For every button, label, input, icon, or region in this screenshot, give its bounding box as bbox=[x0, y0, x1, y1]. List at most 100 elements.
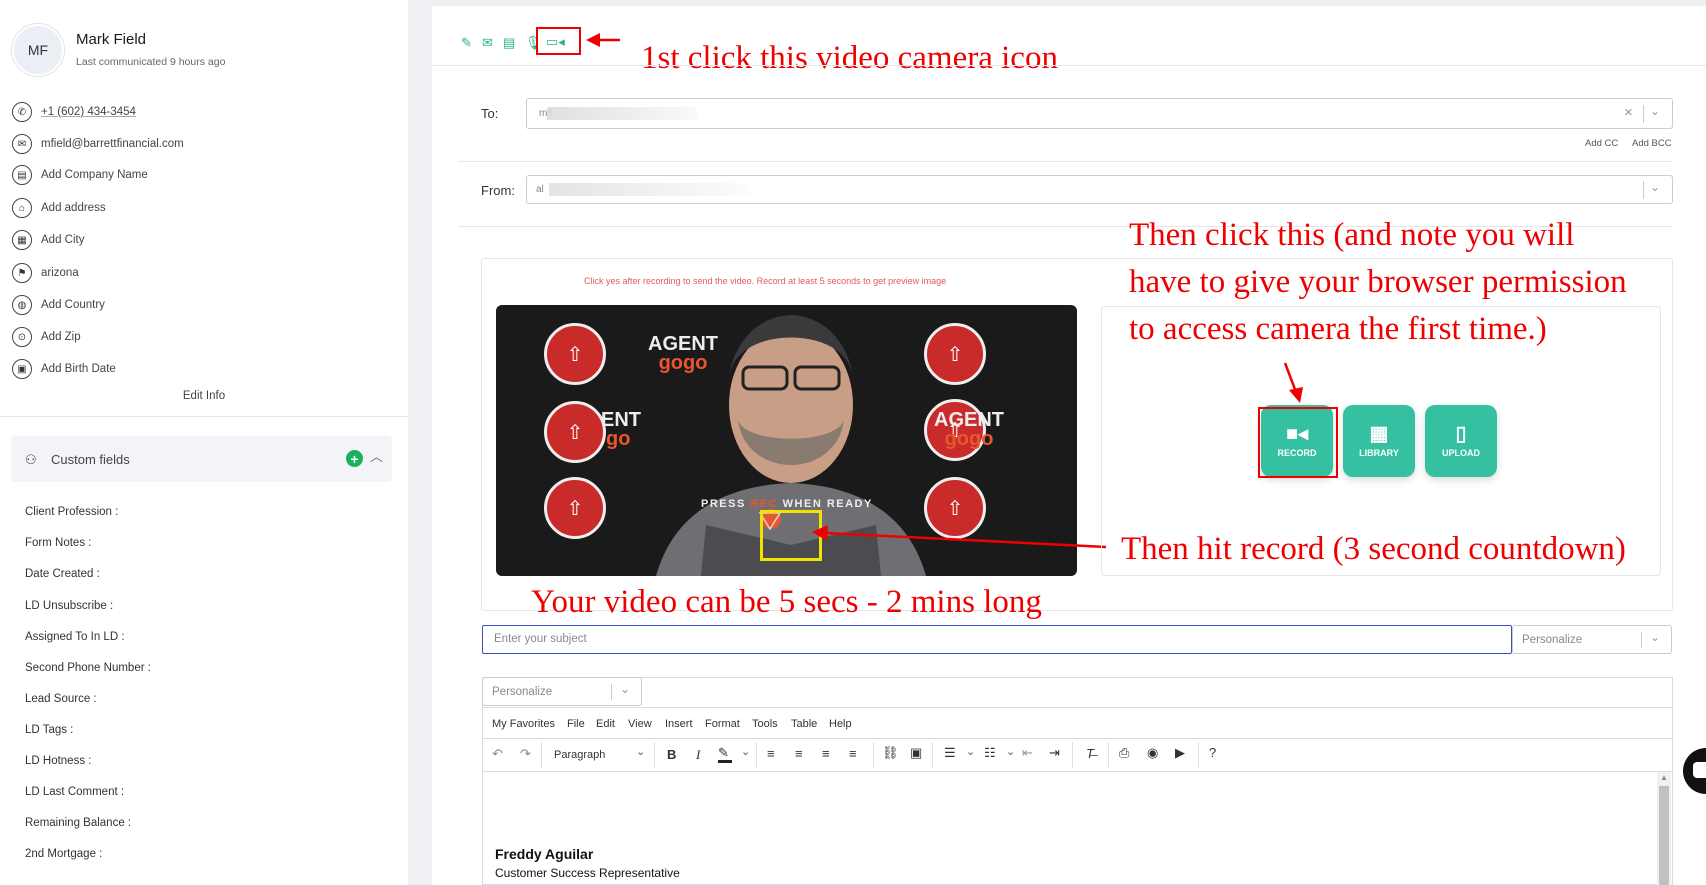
menu-help[interactable]: Help bbox=[829, 718, 852, 730]
custom-field-item: LD Last Comment : bbox=[25, 786, 125, 798]
clear-icon[interactable]: × bbox=[1624, 104, 1633, 121]
redo-icon[interactable]: ↷ bbox=[520, 746, 531, 762]
chevron-down-icon[interactable]: ⌄ bbox=[741, 745, 750, 758]
chevron-down-icon[interactable]: ⌄ bbox=[636, 745, 645, 758]
custom-field-item: 2nd Mortgage : bbox=[25, 848, 103, 860]
personalize-body-select[interactable]: Personalize ⌄ bbox=[482, 677, 642, 706]
file-upload-icon: ▯ bbox=[1455, 423, 1467, 445]
print-icon[interactable]: ⎙ bbox=[1119, 745, 1129, 761]
align-center-icon[interactable]: ≡ bbox=[795, 746, 803, 761]
scroll-up-icon[interactable]: ▲ bbox=[1660, 773, 1668, 782]
align-left-icon[interactable]: ≡ bbox=[767, 746, 775, 761]
state-text[interactable]: arizona bbox=[41, 267, 79, 279]
divider bbox=[1641, 632, 1642, 648]
mail-icon[interactable]: ✉ bbox=[482, 35, 493, 51]
contact-panel: MF Mark Field Last communicated 9 hours … bbox=[0, 0, 408, 885]
email-editor bbox=[482, 677, 1673, 885]
custom-field-item: LD Hotness : bbox=[25, 755, 92, 767]
menu-tools[interactable]: Tools bbox=[752, 718, 778, 730]
personalize-body-label: Personalize bbox=[492, 686, 553, 698]
birthdate-row[interactable]: ▣ Add Birth Date bbox=[12, 358, 116, 380]
custom-fields-header[interactable]: ⚇ Custom fields bbox=[11, 436, 392, 482]
menu-view[interactable]: View bbox=[628, 718, 652, 730]
upload-button[interactable]: ▯ UPLOAD bbox=[1425, 405, 1497, 477]
preview-icon[interactable]: ◉ bbox=[1147, 745, 1158, 761]
menu-table[interactable]: Table bbox=[791, 718, 817, 730]
media-icon[interactable]: ▶ bbox=[1175, 745, 1185, 761]
indent-icon[interactable]: ⇥ bbox=[1049, 745, 1060, 761]
country-text[interactable]: Add Country bbox=[41, 299, 105, 311]
address-text[interactable]: Add address bbox=[41, 202, 106, 214]
numbered-list-icon[interactable]: ☷ bbox=[984, 745, 996, 761]
chevron-down-icon[interactable]: ⌄ bbox=[966, 745, 975, 758]
phone-text[interactable]: +1 (602) 434-3454 bbox=[41, 106, 136, 118]
pencil-icon[interactable]: ✎ bbox=[461, 35, 472, 51]
chevron-up-icon[interactable]: ︿ bbox=[370, 446, 383, 465]
add-custom-field-button[interactable]: + bbox=[346, 450, 363, 467]
divider bbox=[1643, 181, 1644, 199]
link-icon[interactable]: ⛓ bbox=[882, 745, 899, 761]
menu-my-favorites[interactable]: My Favorites bbox=[492, 718, 555, 730]
divider bbox=[482, 738, 1673, 739]
add-cc-link[interactable]: Add CC bbox=[1585, 138, 1618, 149]
highlight-icon[interactable]: ✎ bbox=[718, 745, 729, 761]
company-row[interactable]: ▤ Add Company Name bbox=[12, 164, 148, 186]
outdent-icon[interactable]: ⇤ bbox=[1022, 745, 1033, 761]
custom-field-item: Lead Source : bbox=[25, 693, 97, 705]
clear-formatting-icon[interactable]: T̶ bbox=[1086, 746, 1094, 761]
birthdate-text[interactable]: Add Birth Date bbox=[41, 363, 116, 375]
user-icon: ⚇ bbox=[25, 452, 37, 467]
chevron-down-icon[interactable]: ⌄ bbox=[1006, 745, 1015, 758]
chevron-down-icon[interactable]: ⌄ bbox=[1650, 630, 1660, 644]
zip-row[interactable]: ⊙ Add Zip bbox=[12, 326, 81, 348]
state-row[interactable]: ⚑ arizona bbox=[12, 262, 79, 284]
divider bbox=[432, 65, 1706, 66]
address-row[interactable]: ⌂ Add address bbox=[12, 197, 106, 219]
add-bcc-link[interactable]: Add BCC bbox=[1632, 138, 1672, 149]
country-row[interactable]: ◍ Add Country bbox=[12, 294, 105, 316]
subject-input[interactable]: Enter your subject bbox=[482, 625, 1512, 654]
chevron-down-icon[interactable]: ⌄ bbox=[1650, 104, 1660, 118]
divider bbox=[1108, 742, 1109, 768]
menu-file[interactable]: File bbox=[567, 718, 585, 730]
company-text[interactable]: Add Company Name bbox=[41, 169, 148, 181]
to-input[interactable]: mfi × ⌄ bbox=[526, 98, 1673, 129]
italic-icon[interactable]: I bbox=[696, 747, 700, 763]
custom-field-item: LD Unsubscribe : bbox=[25, 600, 114, 612]
highlight-color-swatch bbox=[718, 760, 732, 763]
email-text[interactable]: mfield@barrettfinancial.com bbox=[41, 138, 184, 150]
align-justify-icon[interactable]: ≡ bbox=[849, 746, 857, 761]
bullet-list-icon[interactable]: ☰ bbox=[944, 745, 956, 761]
email-row[interactable]: ✉ mfield@barrettfinancial.com bbox=[12, 133, 184, 155]
menu-edit[interactable]: Edit bbox=[596, 718, 615, 730]
image-icon[interactable]: ▣ bbox=[910, 745, 922, 761]
personalize-select[interactable]: Personalize ⌄ bbox=[1512, 625, 1672, 654]
custom-field-item: Assigned To In LD : bbox=[25, 631, 125, 643]
backdrop-seal: ⇧ bbox=[544, 477, 606, 539]
block-format-select[interactable]: Paragraph bbox=[554, 749, 605, 761]
scrollbar-thumb[interactable] bbox=[1659, 786, 1669, 885]
phone-row[interactable]: ✆ +1 (602) 434-3454 bbox=[12, 101, 136, 123]
zip-text[interactable]: Add Zip bbox=[41, 331, 81, 343]
annotation-step2-line2: have to give your browser permission bbox=[1129, 264, 1627, 300]
bold-icon[interactable]: B bbox=[667, 747, 676, 762]
edit-info-link[interactable]: Edit Info bbox=[0, 390, 408, 402]
help-icon[interactable]: ? bbox=[1209, 745, 1216, 760]
from-input[interactable]: al ⌄ bbox=[526, 175, 1673, 204]
undo-icon[interactable]: ↶ bbox=[492, 746, 503, 762]
menu-format[interactable]: Format bbox=[705, 718, 740, 730]
chevron-down-icon[interactable]: ⌄ bbox=[620, 682, 630, 696]
divider bbox=[482, 771, 1673, 772]
chevron-down-icon[interactable]: ⌄ bbox=[1650, 180, 1660, 194]
sms-icon[interactable]: ▤ bbox=[503, 35, 515, 51]
city-row[interactable]: ▦ Add City bbox=[12, 229, 84, 251]
align-right-icon[interactable]: ≡ bbox=[822, 746, 830, 761]
menu-insert[interactable]: Insert bbox=[665, 718, 693, 730]
annotation-arrow-icon bbox=[586, 33, 620, 47]
building-icon: ▤ bbox=[12, 165, 32, 185]
city-icon: ▦ bbox=[12, 230, 32, 250]
city-text[interactable]: Add City bbox=[41, 234, 84, 246]
editor-scrollbar[interactable]: ▲ bbox=[1657, 772, 1671, 885]
library-button[interactable]: ▦ LIBRARY bbox=[1343, 405, 1415, 477]
divider bbox=[873, 742, 874, 768]
